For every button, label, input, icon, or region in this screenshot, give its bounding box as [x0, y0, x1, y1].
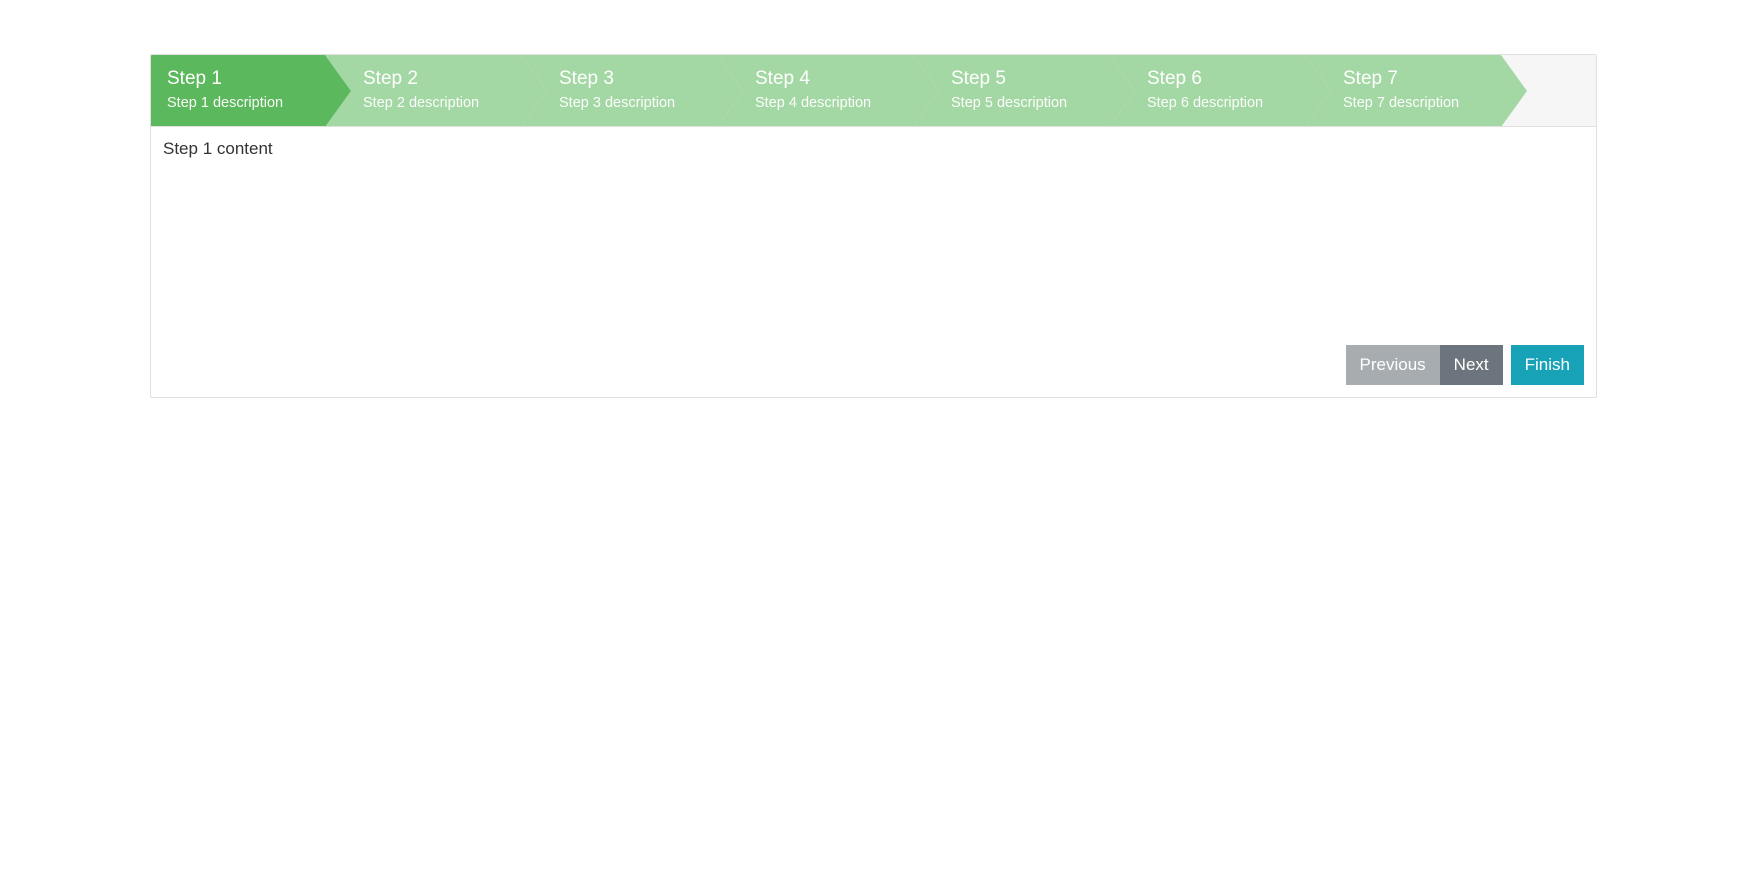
step-title: Step 5	[951, 67, 1095, 92]
wizard-step-3[interactable]: Step 3 Step 3 description	[521, 55, 717, 126]
step-title: Step 1	[167, 67, 311, 92]
step-description: Step 3 description	[559, 92, 703, 115]
step-description: Step 5 description	[951, 92, 1095, 115]
wizard-steps: Step 1 Step 1 description Step 2 Step 2 …	[151, 55, 1596, 127]
wizard-content: Step 1 content	[151, 127, 1596, 345]
step-title: Step 3	[559, 67, 703, 92]
wizard-container: Step 1 Step 1 description Step 2 Step 2 …	[150, 54, 1597, 398]
wizard-step-1[interactable]: Step 1 Step 1 description	[151, 55, 325, 126]
step-description: Step 7 description	[1343, 92, 1487, 115]
wizard-buttons: Previous Next Finish	[151, 345, 1596, 397]
step-description: Step 2 description	[363, 92, 507, 115]
step-title: Step 7	[1343, 67, 1487, 92]
step-title: Step 4	[755, 67, 899, 92]
prev-next-group: Previous Next	[1346, 345, 1503, 385]
wizard-step-7[interactable]: Step 7 Step 7 description	[1305, 55, 1501, 126]
wizard-step-4[interactable]: Step 4 Step 4 description	[717, 55, 913, 126]
wizard-step-6[interactable]: Step 6 Step 6 description	[1109, 55, 1305, 126]
step-title: Step 2	[363, 67, 507, 92]
wizard-step-5[interactable]: Step 5 Step 5 description	[913, 55, 1109, 126]
step-description: Step 6 description	[1147, 92, 1291, 115]
step-title: Step 6	[1147, 67, 1291, 92]
previous-button[interactable]: Previous	[1346, 345, 1440, 385]
finish-button[interactable]: Finish	[1511, 345, 1584, 385]
step-description: Step 1 description	[167, 92, 311, 115]
step-description: Step 4 description	[755, 92, 899, 115]
wizard-step-2[interactable]: Step 2 Step 2 description	[325, 55, 521, 126]
next-button[interactable]: Next	[1440, 345, 1503, 385]
